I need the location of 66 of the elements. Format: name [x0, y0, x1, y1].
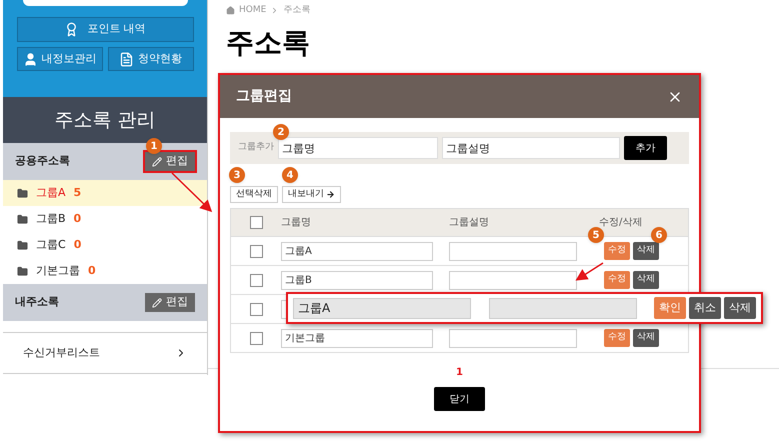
close-button[interactable]: 닫기	[434, 387, 485, 411]
group-count: 0	[74, 236, 82, 253]
arrow-right-icon	[326, 190, 335, 199]
popup-button[interactable]: 취소	[689, 297, 721, 319]
group-name: 그룹A	[36, 184, 66, 201]
group-name-field[interactable]: 그룹A	[281, 242, 433, 260]
group-item[interactable]: 기본그룹 0	[3, 258, 207, 284]
pointer-arrow	[171, 172, 212, 212]
checkbox[interactable]	[250, 302, 262, 316]
group-item[interactable]: 그룹A 5	[3, 180, 207, 206]
delete-button[interactable]: 삭제	[633, 271, 659, 289]
group-name: 기본그룹	[36, 262, 80, 279]
group-count: 0	[88, 262, 96, 279]
group-name-field[interactable]: 그룹B	[281, 270, 433, 290]
delete-button[interactable]: 삭제	[633, 242, 659, 260]
group-name: 그룹C	[36, 236, 66, 253]
breadcrumb-current: 주소록	[283, 4, 310, 17]
popup-button[interactable]: 삭제	[724, 297, 756, 319]
group-count: 0	[74, 210, 82, 227]
export-button[interactable]: 내보내기	[282, 186, 341, 203]
pencil-icon	[152, 298, 162, 308]
blocklist-link[interactable]: 수신거부리스트	[3, 333, 207, 374]
group-description-field[interactable]: 그룹설명	[442, 137, 620, 159]
add-button[interactable]: 추가	[624, 136, 667, 160]
add-group-label: 그룹추가	[238, 141, 274, 154]
document-icon	[119, 52, 134, 66]
user-icon	[22, 52, 38, 66]
delete-selected-button[interactable]: 선택삭제	[230, 186, 278, 203]
delete-button[interactable]: 삭제	[633, 329, 659, 347]
group-description-field[interactable]	[449, 328, 577, 348]
pencil-icon	[152, 156, 162, 166]
folder-icon	[17, 214, 28, 224]
menu-button[interactable]: 포인트 내역	[16, 17, 194, 42]
checkbox[interactable]	[250, 332, 262, 344]
group-description-field[interactable]	[449, 242, 577, 260]
folder-icon	[17, 240, 28, 250]
edit-button[interactable]: 편집	[145, 152, 195, 171]
checkbox[interactable]	[250, 274, 262, 286]
edit-button[interactable]: 편집	[145, 293, 195, 312]
column-header: 수정/삭제	[598, 216, 642, 230]
group-item[interactable]: 그룹C 0	[3, 232, 207, 258]
section-title: 내주소록	[15, 294, 59, 310]
group-name-field[interactable]: 그룹명	[278, 137, 438, 159]
group-count: 5	[74, 184, 82, 201]
checkbox[interactable]	[250, 216, 262, 229]
menu-button[interactable]: 내정보관리	[16, 47, 102, 71]
page-title: 주소록	[226, 24, 311, 60]
group-description-field[interactable]	[489, 298, 637, 318]
pointer-arrow	[575, 262, 604, 281]
group-name: 그룹B	[36, 210, 66, 227]
sidebar-title: 주소록 관리	[3, 97, 207, 143]
group-description-field[interactable]	[449, 270, 577, 290]
page-number[interactable]: 1	[456, 365, 463, 380]
home-icon	[226, 6, 235, 16]
dialog-title: 그룹편집	[236, 87, 292, 106]
column-header: 그룹명	[281, 216, 312, 230]
folder-icon	[17, 266, 28, 276]
checkbox[interactable]	[250, 244, 262, 258]
group-name-field[interactable]: 기본그룹	[281, 328, 433, 348]
group-name-field[interactable]: 그룹A	[293, 298, 471, 318]
group-item[interactable]: 그룹B 0	[3, 206, 207, 232]
menu-button[interactable]: 청약현황	[108, 47, 194, 71]
column-header: 그룹설명	[449, 216, 490, 230]
link-label: 수신거부리스트	[23, 344, 100, 361]
folder-icon	[17, 188, 28, 198]
section-title: 공용주소록	[15, 153, 70, 170]
